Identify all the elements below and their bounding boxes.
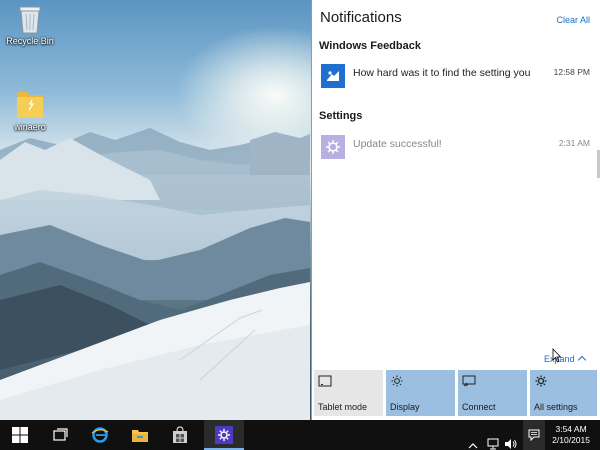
quick-action-display[interactable]: Display [386,370,455,416]
quick-action-all-settings[interactable]: All settings [530,370,597,416]
notification-group-title: Settings [319,110,363,122]
notification-item[interactable]: How hard was it to find the setting you … [319,62,590,90]
desktop-icon-label: winaero [14,122,46,132]
quick-action-label: All settings [534,402,578,412]
chevron-up-icon [577,355,586,365]
file-explorer-button[interactable] [120,420,160,450]
gear-icon [534,374,548,387]
start-button[interactable] [0,420,40,450]
action-center-button[interactable] [523,420,545,450]
settings-icon [215,426,233,444]
task-view-icon [53,428,68,441]
action-center-header: Notifications Clear All [320,9,590,29]
store-icon [173,426,187,443]
notification-item[interactable]: Update successful! 2:31 AM [319,133,590,161]
taskbar-clock[interactable]: 3:54 AM 2/10/2015 [552,424,590,446]
edge-browser-button[interactable] [80,420,120,450]
file-explorer-icon [132,430,148,442]
desktop-icon-winaero[interactable]: winaero [0,88,60,132]
quick-action-label: Display [390,402,420,412]
notification-time: 12:58 PM [553,67,590,77]
clock-date: 2/10/2015 [552,435,590,445]
desktop-icon-label: Recycle Bin [6,36,54,46]
quick-action-label: Connect [462,402,496,412]
expand-button[interactable]: Expand [544,354,586,365]
mouse-cursor-icon [552,348,562,363]
notification-time: 2:31 AM [558,138,590,148]
notification-group-title: Windows Feedback [319,40,421,52]
settings-gear-icon [321,135,345,159]
notification-text: How hard was it to find the setting you [353,67,531,79]
store-button[interactable] [160,420,200,450]
show-hidden-icons-icon[interactable] [468,431,478,450]
edge-icon [91,427,109,443]
volume-icon[interactable] [504,429,518,450]
start-icon [12,427,28,443]
taskbar: 3:54 AM 2/10/2015 [0,420,600,450]
action-center-title: Notifications [320,9,402,26]
quick-action-label: Tablet mode [318,402,368,412]
clear-all-link[interactable]: Clear All [556,15,590,25]
network-icon[interactable] [486,429,500,450]
action-center-icon [528,429,540,441]
clock-time: 3:54 AM [555,424,587,434]
settings-app-button[interactable] [204,420,244,450]
connect-icon [462,374,476,387]
desktop-icon-recycle-bin[interactable]: Recycle Bin [0,4,60,46]
folder-icon [15,88,45,120]
quick-action-connect[interactable]: Connect [458,370,527,416]
notification-text: Update successful! [353,138,442,150]
task-view-button[interactable] [40,420,80,450]
tablet-mode-icon [318,374,332,387]
brightness-icon [390,374,404,387]
quick-action-tablet-mode[interactable]: Tablet mode [314,370,383,416]
feedback-icon [321,64,345,88]
recycle-bin-icon [18,4,42,34]
